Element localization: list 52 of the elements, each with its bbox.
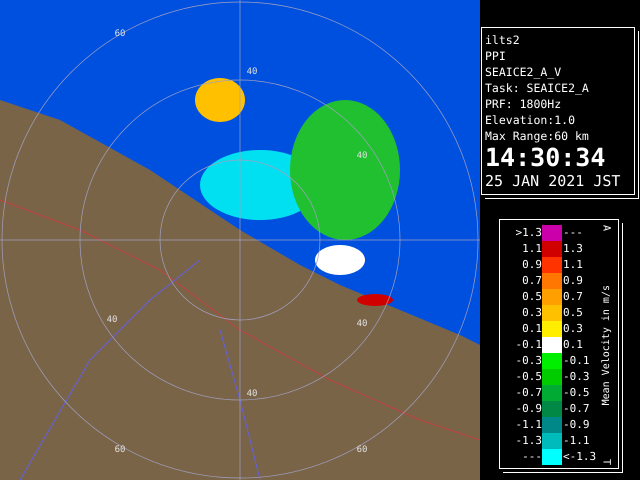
legend-low-label: 0.5 [521, 288, 542, 305]
info-line: PRF: 1800Hz [485, 96, 562, 112]
legend-low-label: -0.9 [514, 400, 542, 417]
legend-low-label: >1.3 [514, 224, 542, 241]
range-ring-label: 40 [356, 319, 368, 329]
legend-bottom-mark: T [600, 458, 612, 465]
range-ring-label: 40 [106, 315, 118, 325]
legend-low-label: -0.3 [514, 352, 542, 369]
info-line: Max Range:60 km [485, 128, 590, 144]
range-ring-label: 40 [246, 67, 258, 77]
legend-low-label: -1.3 [514, 432, 542, 449]
legend-high-label: -0.3 [562, 368, 590, 385]
legend-low-label: -0.5 [514, 368, 542, 385]
legend-low-label: 1.1 [521, 240, 542, 257]
legend-low-label: -0.7 [514, 384, 542, 401]
legend-high-label: 0.7 [562, 288, 584, 305]
legend-low-label: 0.9 [521, 256, 542, 273]
range-ring-label: 60 [356, 445, 368, 455]
info-line: ilts2 [485, 32, 521, 48]
info-line: Elevation:1.0 [485, 112, 576, 128]
legend-low-label: --- [521, 448, 542, 465]
info-line: SEAICE2_A_V [485, 64, 562, 80]
legend-high-label: --- [562, 224, 584, 241]
legend-high-label: -0.1 [562, 352, 590, 369]
legend-high-label: -0.5 [562, 384, 590, 401]
echo-area [195, 78, 245, 122]
legend-high-label: 0.1 [562, 336, 584, 353]
legend-low-label: -1.1 [514, 416, 542, 433]
range-ring-label: 40 [246, 389, 258, 399]
legend-high-label: <-1.3 [562, 448, 598, 465]
legend-high-label: 1.1 [562, 256, 584, 273]
legend-high-label: -0.9 [562, 416, 590, 433]
info-line: Task: SEAICE2_A [485, 80, 590, 96]
legend-high-label: 1.3 [562, 240, 584, 257]
legend-low-label: 0.1 [521, 320, 542, 337]
legend-high-label: -1.1 [562, 432, 590, 449]
legend-low-label: 0.3 [521, 304, 542, 321]
legend-low-label: -0.1 [514, 336, 542, 353]
date-label: 25 JAN 2021 JST [485, 172, 622, 190]
legend-high-label: 0.3 [562, 320, 584, 337]
range-ring-label: 60 [114, 445, 126, 455]
legend-top-mark: A [600, 225, 612, 232]
legend-high-label: -0.7 [562, 400, 590, 417]
time-label: 14:30:34 [485, 144, 606, 172]
range-ring-label: 40 [356, 151, 368, 161]
echo-area [357, 294, 393, 306]
legend-high-label: 0.9 [562, 272, 584, 289]
info-line: PPI [485, 48, 507, 64]
echo-area [315, 245, 365, 275]
legend-high-label: 0.5 [562, 304, 584, 321]
legend-title: Mean Velocity in m/s [600, 284, 612, 406]
legend-low-label: 0.7 [521, 272, 542, 289]
